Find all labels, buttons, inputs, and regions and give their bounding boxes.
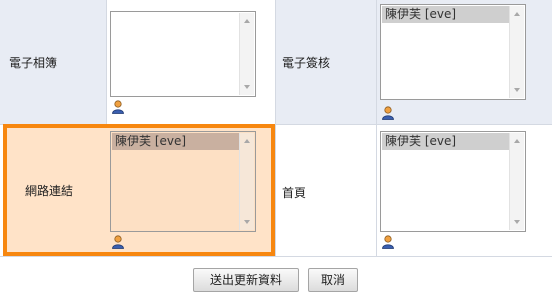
album-listbox-scrollbar[interactable] bbox=[239, 13, 254, 95]
chevron-down-icon[interactable] bbox=[514, 88, 520, 92]
chevron-down-icon[interactable] bbox=[244, 220, 250, 224]
chevron-up-icon[interactable] bbox=[244, 19, 250, 23]
field-label-signoff: 電子簽核 bbox=[282, 56, 331, 70]
links-user-listbox[interactable]: 陳伊芙 [eve] bbox=[110, 131, 256, 232]
links-listbox-scrollbar[interactable] bbox=[239, 133, 254, 230]
signoff-listbox-scrollbar[interactable] bbox=[509, 6, 524, 98]
field-label-album: 電子相簿 bbox=[9, 56, 58, 70]
homepage-selected-option[interactable]: 陳伊芙 [eve] bbox=[382, 133, 510, 150]
chevron-down-icon[interactable] bbox=[244, 85, 250, 89]
album-user-listbox[interactable] bbox=[110, 11, 256, 97]
cancel-button[interactable]: 取消 bbox=[308, 268, 358, 292]
submit-update-button[interactable]: 送出更新資料 bbox=[193, 268, 299, 292]
links-selected-option[interactable]: 陳伊芙 [eve] bbox=[112, 133, 240, 150]
chevron-up-icon[interactable] bbox=[514, 12, 520, 16]
user-icon[interactable] bbox=[111, 235, 125, 249]
homepage-listbox-scrollbar[interactable] bbox=[509, 133, 524, 230]
field-label-links: 網路連結 bbox=[25, 184, 74, 198]
chevron-down-icon[interactable] bbox=[514, 220, 520, 224]
chevron-up-icon[interactable] bbox=[244, 139, 250, 143]
user-icon[interactable] bbox=[381, 106, 395, 120]
homepage-user-listbox[interactable]: 陳伊芙 [eve] bbox=[380, 131, 526, 232]
field-label-homepage: 首頁 bbox=[282, 186, 307, 200]
signoff-user-listbox[interactable]: 陳伊芙 [eve] bbox=[380, 4, 526, 100]
user-icon[interactable] bbox=[111, 100, 125, 114]
signoff-selected-option[interactable]: 陳伊芙 [eve] bbox=[382, 6, 510, 23]
user-icon[interactable] bbox=[381, 235, 395, 249]
chevron-up-icon[interactable] bbox=[514, 139, 520, 143]
